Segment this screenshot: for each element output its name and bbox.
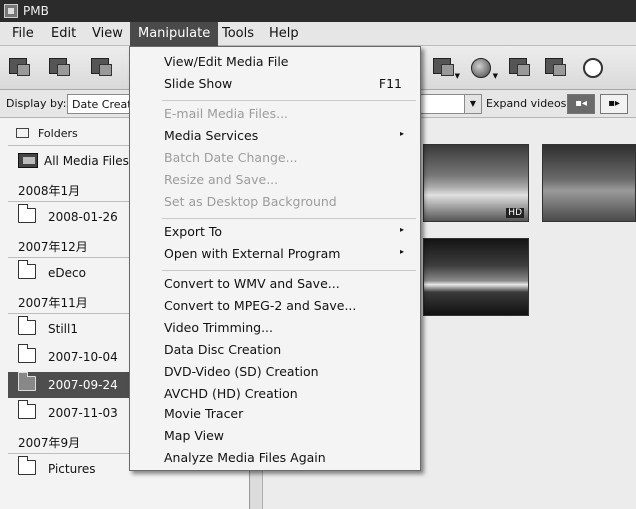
menu-file[interactable]: File — [10, 26, 36, 41]
folder-icon — [18, 344, 36, 363]
shortcut-label: F11 — [378, 76, 402, 91]
menu-edit[interactable]: Edit — [49, 26, 78, 41]
menu-item-media-services[interactable]: Media Services ▸ — [164, 128, 414, 148]
folder-icon — [18, 456, 36, 475]
expand-videos-label: Expand videos: — [486, 97, 571, 110]
thumbnail-sunset[interactable] — [423, 238, 529, 316]
menu-item-convert-wmv[interactable]: Convert to WMV and Save... — [164, 276, 414, 296]
folder-icon — [18, 204, 36, 223]
app-icon — [4, 4, 18, 18]
menu-tools[interactable]: Tools — [220, 26, 256, 41]
menu-bar: File Edit View Manipulate Tools Help — [0, 22, 636, 46]
share-icon[interactable] — [506, 54, 534, 80]
dropdown-arrow-icon[interactable]: ▼ — [464, 95, 481, 113]
menu-manipulate[interactable]: Manipulate — [130, 22, 219, 46]
edit-tools-icon[interactable]: ▼ — [430, 54, 460, 80]
menu-item-view-edit[interactable]: View/Edit Media File — [164, 54, 414, 74]
thumbnail-beach-1[interactable]: HD — [423, 144, 529, 222]
submenu-arrow-icon: ▸ — [399, 129, 404, 138]
submenu-arrow-icon: ▸ — [399, 247, 404, 256]
menu-separator — [162, 100, 416, 101]
menu-view[interactable]: View — [90, 26, 125, 41]
manipulate-menu: View/Edit Media File Slide Show F11 E-mai… — [129, 46, 421, 471]
menu-item-avchd[interactable]: AVCHD (HD) Creation — [164, 386, 414, 406]
folder-icon — [16, 128, 29, 138]
convert-icon[interactable] — [542, 54, 570, 80]
folder-icon — [18, 316, 36, 335]
menu-item-analyze-again[interactable]: Analyze Media Files Again — [164, 450, 414, 470]
folder-icon — [18, 400, 36, 419]
menu-item-open-external[interactable]: Open with External Program ▸ — [164, 246, 414, 266]
folder-icon — [18, 260, 36, 279]
menu-item-convert-mpeg2[interactable]: Convert to MPEG-2 and Save... — [164, 298, 414, 318]
thumbnail-beach-2[interactable] — [542, 144, 636, 222]
open-folder-icon — [18, 372, 36, 391]
refresh-icon[interactable] — [580, 54, 608, 80]
globe-icon[interactable]: ▼ — [468, 54, 498, 80]
menu-separator — [162, 270, 416, 271]
hd-badge: HD — [506, 208, 524, 218]
import-icon[interactable] — [6, 54, 34, 80]
menu-item-video-trimming[interactable]: Video Trimming... — [164, 320, 414, 340]
title-bar: PMB — [0, 0, 636, 22]
menu-item-data-disc[interactable]: Data Disc Creation — [164, 342, 414, 362]
print-icon[interactable] — [88, 54, 116, 80]
menu-item-batch-date: Batch Date Change... — [164, 150, 298, 165]
menu-item-resize-save: Resize and Save... — [164, 172, 279, 187]
window-title: PMB — [23, 4, 49, 18]
display-by-select[interactable]: Date Create — [67, 94, 131, 114]
menu-separator — [162, 218, 416, 219]
menu-help[interactable]: Help — [267, 26, 301, 41]
media-stack-icon — [18, 153, 38, 168]
menu-item-movie-tracer[interactable]: Movie Tracer — [164, 406, 414, 426]
menu-item-slide-show[interactable]: Slide Show F11 — [164, 76, 414, 96]
expand-videos-icon[interactable]: ▪▸ — [600, 94, 628, 114]
menu-item-email: E-mail Media Files... — [164, 106, 289, 121]
submenu-arrow-icon: ▸ — [399, 225, 404, 234]
menu-item-dvd-video[interactable]: DVD-Video (SD) Creation — [164, 364, 414, 384]
menu-item-export-to[interactable]: Export To ▸ — [164, 224, 414, 244]
menu-item-map-view[interactable]: Map View — [164, 428, 414, 448]
export-icon[interactable] — [46, 54, 74, 80]
collapse-videos-icon[interactable]: ▪◂ — [567, 94, 595, 114]
menu-item-desktop-bg: Set as Desktop Background — [164, 194, 337, 209]
filter-select[interactable]: ▼ — [420, 94, 482, 114]
display-by-label: Display by: — [6, 97, 67, 110]
